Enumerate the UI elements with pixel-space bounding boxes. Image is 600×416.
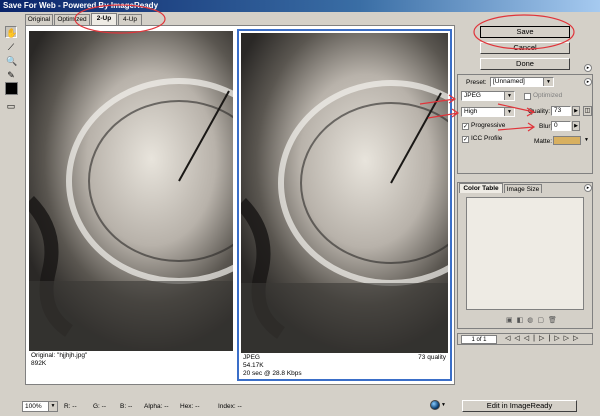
tab-original[interactable]: Original (25, 14, 53, 25)
original-pane: Original: "hjjhjh.jpg" 892K (27, 29, 235, 381)
color-table-icon-row: ▣◧◍▢🗑 (506, 316, 561, 324)
status-alpha: Alpha: -- (144, 403, 169, 410)
matte-color-swatch[interactable] (553, 136, 581, 145)
quality-slider-arrow-icon[interactable]: ▶ (572, 106, 580, 116)
last-frame-icon[interactable]: ▷▷ (564, 335, 583, 342)
optimized-format: JPEG (243, 354, 260, 361)
original-filename: Original: "hjjhjh.jpg" (31, 352, 88, 359)
toggle-slices-icon[interactable]: ▭ (5, 99, 17, 111)
preview-in-browser-icon[interactable] (430, 400, 440, 410)
lock-color-icon[interactable]: ◧ (517, 317, 528, 324)
optimized-download-time: 20 sec @ 28.8 Kbps (243, 370, 302, 377)
cancel-button[interactable]: Cancel (480, 42, 570, 54)
hand-tool-icon[interactable]: ✋ (5, 26, 17, 38)
shift-color-icon[interactable]: ◍ (527, 317, 537, 324)
status-hex: Hex: -- (180, 403, 200, 410)
done-button[interactable]: Done (480, 58, 570, 70)
original-image (29, 31, 233, 351)
chevron-down-icon: ▼ (504, 108, 514, 116)
next-frame-icon[interactable]: |▷ (548, 335, 563, 342)
original-size: 892K (31, 360, 47, 367)
optimized-size: 54.17K (243, 362, 264, 369)
format-select[interactable]: JPEG ▼ (461, 91, 515, 101)
tab-2-up[interactable]: 2-Up (91, 13, 117, 25)
chevron-down-icon[interactable]: ▼ (582, 136, 591, 145)
color-table-grid (466, 197, 584, 310)
progressive-checkbox[interactable]: ✓ (462, 123, 469, 130)
save-button[interactable]: Save (480, 26, 570, 38)
settings-menu-icon[interactable]: ▸ (584, 64, 592, 72)
trash-icon[interactable]: 🗑 (548, 317, 561, 324)
quality-input[interactable]: 73 (551, 106, 571, 116)
format-value: JPEG (464, 92, 481, 99)
preset-select[interactable]: [Unnamed] ▼ (490, 77, 554, 87)
chevron-down-icon: ▼ (48, 402, 57, 411)
zoom-value: 100% (25, 403, 42, 410)
preset-value: [Unnamed] (493, 78, 525, 85)
frame-indicator: 1 of 1 (461, 335, 497, 344)
chevron-down-icon[interactable]: ▼ (441, 402, 446, 408)
original-info: Original: "hjjhjh.jpg" 892K (31, 352, 231, 368)
blur-input[interactable]: 0 (551, 121, 571, 131)
first-frame-icon[interactable]: ◁◁ (505, 335, 524, 342)
chevron-down-icon: ▼ (504, 92, 514, 100)
optimize-menu-icon[interactable]: ▸ (584, 78, 592, 86)
optimized-info: JPEG 54.17K 20 sec @ 28.8 Kbps 73 qualit… (243, 354, 446, 378)
quality-mask-icon[interactable]: ◫ (583, 106, 592, 116)
status-index: Index: -- (218, 403, 242, 410)
quality-preset-value: High (464, 108, 478, 115)
slice-select-tool-icon[interactable]: ⟋ (5, 40, 17, 52)
tab-4-up[interactable]: 4-Up (118, 14, 142, 25)
play-icon[interactable]: ▷ (539, 335, 548, 342)
chevron-down-icon: ▼ (543, 78, 553, 86)
zoom-select[interactable]: 100% ▼ (22, 401, 58, 412)
progressive-label: Progressive (471, 122, 506, 129)
status-b: B: -- (120, 403, 133, 410)
optimized-pane[interactable]: JPEG 54.17K 20 sec @ 28.8 Kbps 73 qualit… (237, 29, 452, 381)
edit-in-imageready-button[interactable]: Edit in ImageReady (462, 400, 577, 412)
window-title: Save For Web - Powered By ImageReady (0, 0, 600, 12)
tab-optimized[interactable]: Optimized (54, 14, 90, 25)
frame-controls: ◁◁◁|▷|▷▷▷ (505, 334, 582, 342)
tab-color-table[interactable]: Color Table (459, 183, 503, 193)
optimized-label: Optimized (533, 92, 563, 99)
color-table-menu-icon[interactable]: ▸ (584, 184, 592, 192)
preset-label: Preset: (466, 79, 487, 86)
icc-profile-label: ICC Profile (471, 135, 503, 142)
matte-label: Matte: (534, 138, 553, 145)
quality-preset-select[interactable]: High ▼ (461, 107, 515, 117)
eyedropper-tool-icon[interactable]: ✎ (5, 68, 17, 80)
snap-to-web-icon[interactable]: ▣ (506, 317, 517, 324)
icc-profile-checkbox[interactable]: ✓ (462, 136, 469, 143)
blur-slider-arrow-icon[interactable]: ▶ (572, 121, 580, 131)
new-color-icon[interactable]: ▢ (537, 317, 548, 324)
optimized-quality: 73 quality (418, 354, 446, 361)
tab-image-size[interactable]: Image Size (504, 184, 542, 193)
zoom-tool-icon[interactable]: 🔍 (5, 54, 17, 66)
quality-label: Quality: (528, 108, 551, 115)
status-g: G: -- (93, 403, 106, 410)
eyedropper-color-swatch[interactable] (5, 82, 18, 95)
optimized-checkbox[interactable] (524, 93, 531, 100)
prev-frame-icon[interactable]: ◁| (524, 335, 539, 342)
status-r: R: -- (64, 403, 77, 410)
optimized-image (241, 33, 448, 353)
